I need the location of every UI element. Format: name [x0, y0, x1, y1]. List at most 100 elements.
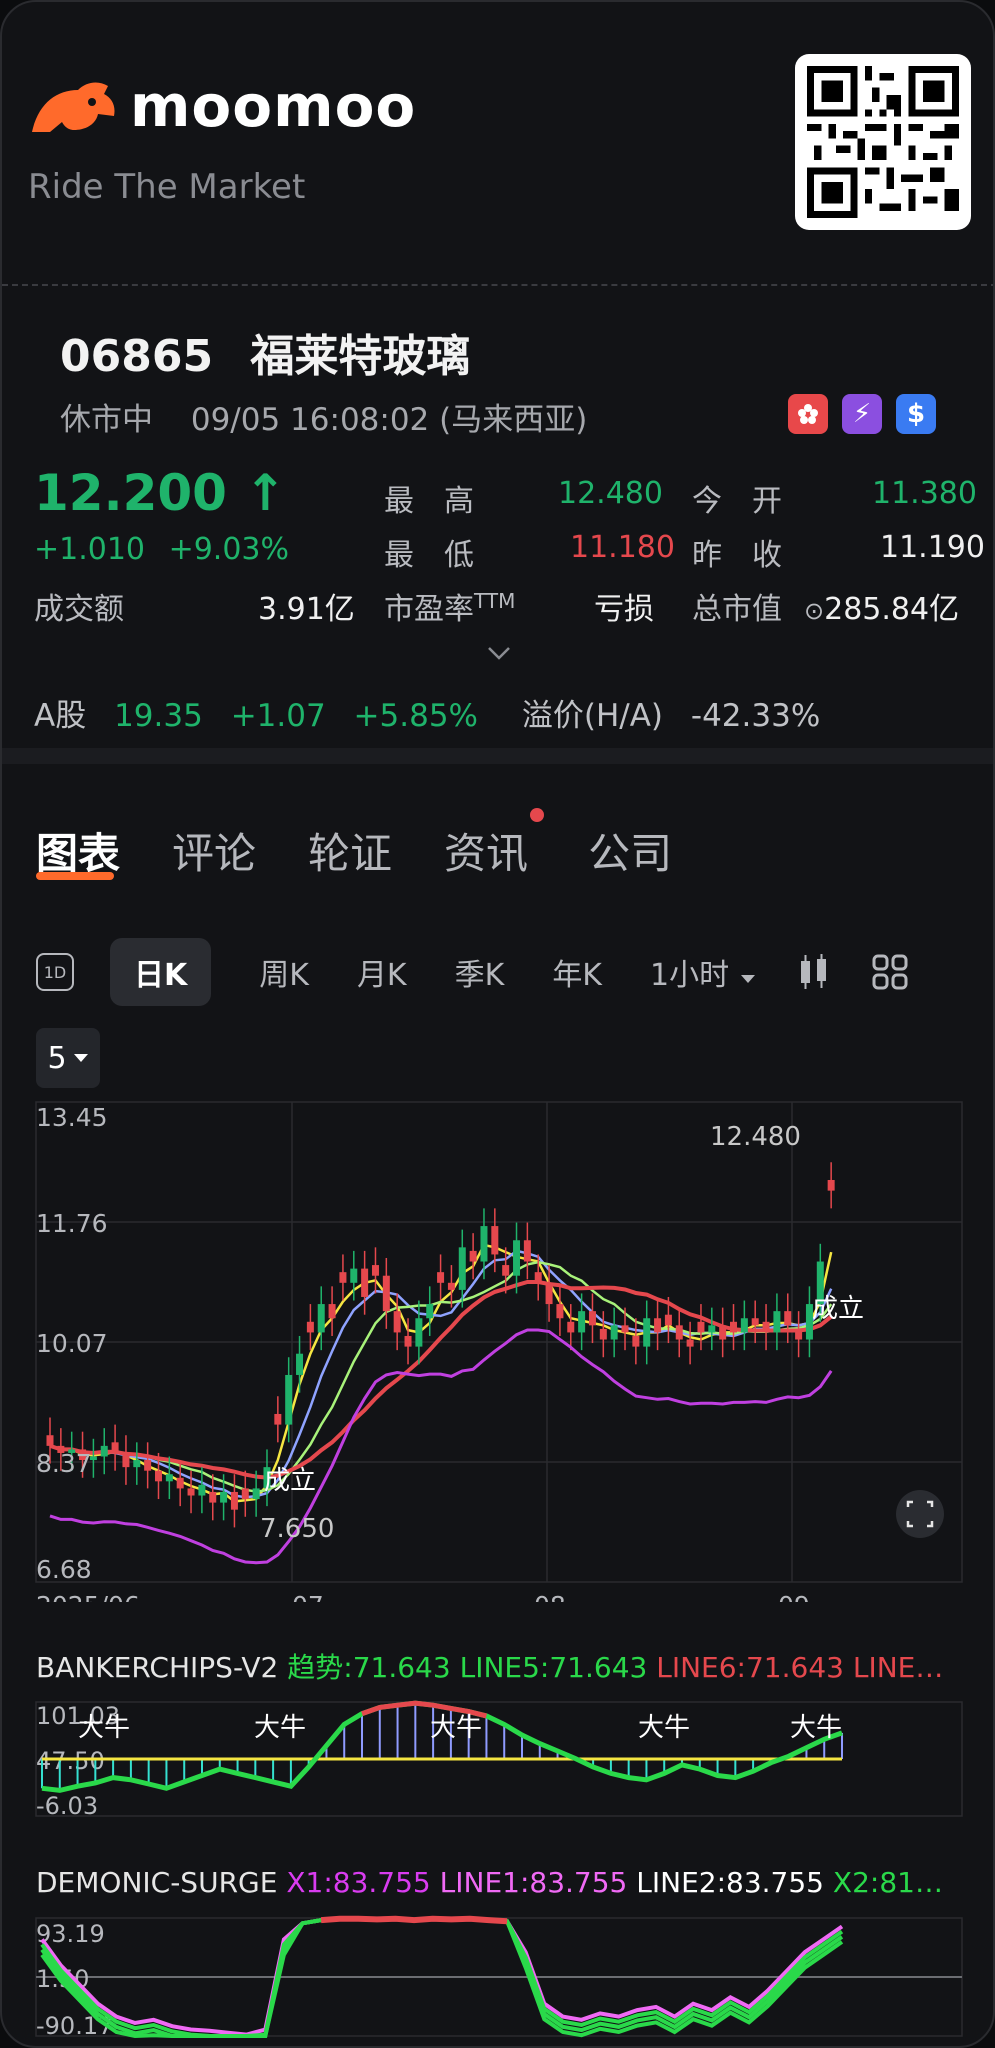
candle	[795, 1328, 803, 1340]
candle	[762, 1321, 770, 1333]
candle	[296, 1353, 304, 1375]
screen: moomoo Ride The Market 06865 福莱特玻璃 休市中 0	[0, 0, 995, 2048]
low-annotation: 7.650	[260, 1514, 334, 1544]
x-tick-label: 09	[778, 1591, 810, 1602]
price-change: +1.010 +9.03%	[34, 532, 303, 567]
tab-news[interactable]: 资讯	[444, 820, 528, 881]
purple-indicator-line	[49, 1328, 833, 1565]
candle	[361, 1268, 369, 1297]
tab-chart[interactable]: 图表	[36, 820, 120, 881]
candle	[230, 1491, 238, 1510]
candle	[740, 1318, 748, 1333]
low-label: 最 低	[384, 538, 474, 573]
dollar-badge-icon[interactable]: $	[896, 394, 936, 434]
candle	[675, 1325, 683, 1340]
period-1d-button[interactable]: 1D	[36, 953, 74, 991]
bankerchips-chart[interactable]: 101.0347.50-6.03大牛 大牛 大牛 大牛 大牛	[2, 1696, 995, 1826]
turnover-label: 成交额	[34, 592, 124, 627]
change-percent: +9.03%	[168, 532, 290, 567]
a-share-row[interactable]: A股 19.35 +1.07 +5.85% 溢价(H/A) -42.33%	[34, 690, 838, 735]
candle	[437, 1272, 445, 1283]
chart-grid	[35, 1101, 963, 1583]
candle	[187, 1488, 195, 1496]
candle	[534, 1272, 542, 1283]
demonic-chart[interactable]: 93.191.50-90.17	[2, 1912, 995, 2042]
x-tick-label: 07	[292, 1591, 324, 1602]
brand-name: moomoo	[130, 72, 417, 140]
tab-comments[interactable]: 评论	[172, 820, 256, 881]
a-share-label: A股	[34, 698, 87, 734]
period-yearly[interactable]: 年K	[552, 950, 602, 994]
candle	[209, 1491, 217, 1503]
demonic-title: DEMONIC-SURGE	[36, 1866, 278, 1899]
candle	[274, 1413, 282, 1425]
candle	[165, 1474, 173, 1482]
period-quarterly[interactable]: 季K	[455, 950, 505, 994]
content-tabs: 图表 评论 轮证 资讯 公司	[36, 820, 724, 881]
a-share-price: 19.35	[114, 698, 203, 734]
candle	[751, 1318, 759, 1326]
y-tick-label: 11.76	[36, 1209, 108, 1238]
brand: moomoo	[28, 72, 416, 140]
candle	[339, 1272, 347, 1283]
candle	[306, 1321, 314, 1333]
candle	[154, 1470, 162, 1482]
grid-menu-icon[interactable]	[871, 953, 909, 991]
candle	[111, 1442, 119, 1453]
period-daily[interactable]: 日K	[110, 938, 212, 1006]
premium-value: -42.33%	[690, 698, 821, 734]
expand-chevron-down-icon[interactable]	[486, 638, 512, 668]
interval-dropdown[interactable]: 1小时	[650, 950, 757, 994]
candle-style-icon[interactable]	[797, 953, 831, 991]
ma-selector-dropdown[interactable]: 5	[36, 1028, 100, 1088]
moving-average-line	[49, 1280, 833, 1480]
high-value: 12.480	[558, 476, 663, 511]
market-status: 休市中	[60, 402, 153, 438]
candle	[719, 1325, 727, 1340]
bankerchips-series: 101.0347.50-6.03大牛 大牛 大牛 大牛 大牛	[35, 1700, 963, 1820]
mcap-value: ⊙285.84亿	[804, 584, 959, 628]
caret-down-icon	[73, 1054, 88, 1062]
a-share-change-pct: +5.85%	[353, 698, 479, 734]
info-dots-icon[interactable]: ⊙	[804, 597, 824, 625]
candle	[664, 1314, 672, 1326]
demonic-line1: LINE1:83.755	[439, 1866, 628, 1899]
y-tick-label: -6.03	[36, 1792, 98, 1820]
news-notification-dot	[530, 808, 544, 822]
change-value: +1.010	[34, 532, 146, 567]
section-separator	[2, 748, 993, 764]
tab-warrants[interactable]: 轮证	[308, 820, 392, 881]
y-tick-label: 6.68	[36, 1555, 92, 1584]
up-arrow-icon: ↑	[244, 464, 287, 522]
last-price: 12.200 ↑	[34, 464, 286, 522]
bankerchips-title: BANKERCHIPS-V2	[36, 1651, 279, 1684]
lightning-badge-icon[interactable]: ⚡	[842, 394, 882, 434]
active-tab-indicator	[36, 872, 114, 880]
open-label: 今 开	[692, 484, 782, 519]
pe-label-sup: TTM	[474, 589, 516, 613]
a-share-change: +1.07	[230, 698, 326, 734]
period-monthly[interactable]: 月K	[357, 950, 407, 994]
period-weekly[interactable]: 周K	[259, 950, 309, 994]
candle	[621, 1325, 629, 1333]
candle	[100, 1445, 108, 1457]
demonic-x2: X2:81…	[832, 1866, 943, 1899]
candle	[426, 1304, 434, 1319]
premium-label: 溢价(H/A)	[521, 698, 664, 734]
candle	[556, 1304, 564, 1319]
tab-company[interactable]: 公司	[588, 820, 672, 881]
bull-signal-label: 大牛	[254, 1713, 306, 1743]
candle	[317, 1304, 325, 1333]
hk-flag-icon[interactable]	[788, 394, 828, 434]
candle	[827, 1179, 835, 1191]
price-chart[interactable]: 13.45 11.76 10.07 8.37 6.68 2025/06 07 08 09 12.…	[2, 1082, 995, 1602]
candle	[773, 1311, 781, 1333]
candle	[46, 1435, 54, 1446]
bull-signal-label: 大牛	[78, 1713, 130, 1743]
x-tick-label: 08	[534, 1591, 566, 1602]
signal-label-left: 成立	[264, 1466, 316, 1496]
signal-label-right: 成立	[812, 1294, 864, 1324]
fullscreen-button[interactable]	[896, 1490, 944, 1538]
ma-selector-value: 5	[47, 1040, 67, 1076]
pe-label: 市盈率TTM	[384, 584, 515, 628]
